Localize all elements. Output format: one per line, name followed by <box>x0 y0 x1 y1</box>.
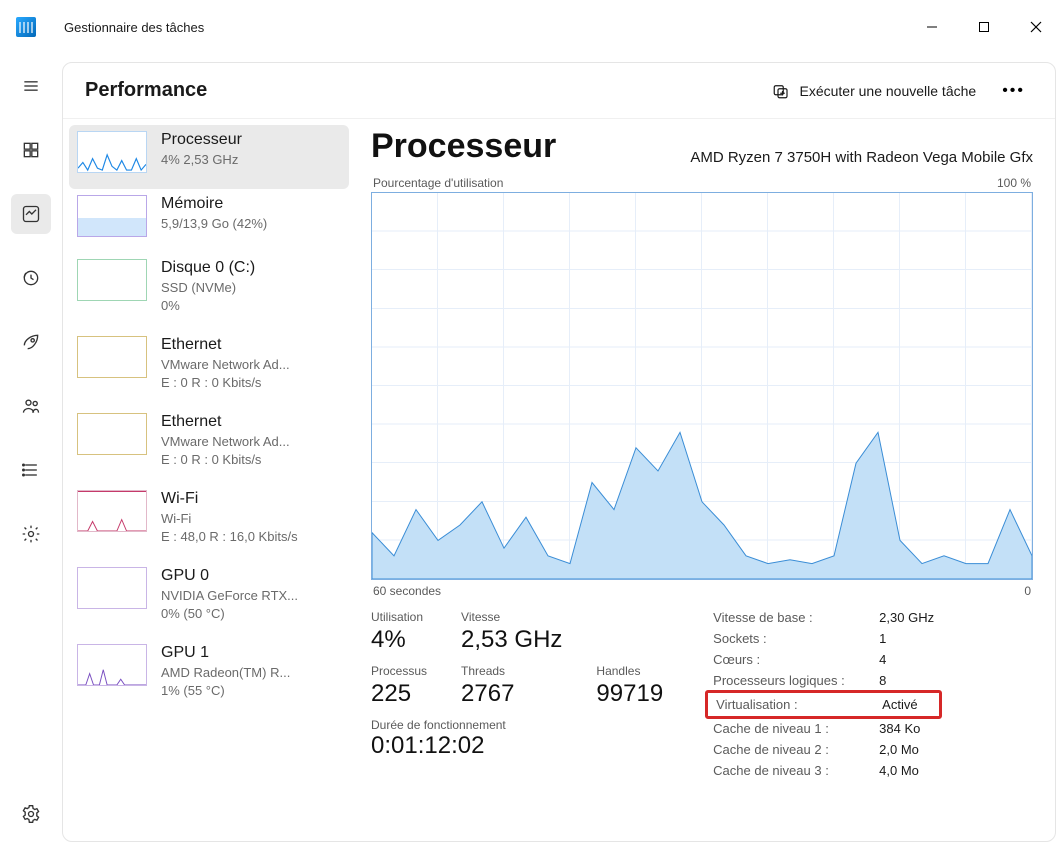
property-key: Cœurs : <box>713 652 875 667</box>
sidebar-item-label: Mémoire <box>161 195 267 213</box>
stat-handles: Handles99719 <box>596 664 663 708</box>
cpu-usage-chart[interactable] <box>371 192 1033 580</box>
property-row: Vitesse de base : 2,30 GHz <box>713 610 934 625</box>
property-value: Activé <box>882 697 917 712</box>
stat-speed: Vitesse2,53 GHz <box>461 610 562 654</box>
property-value: 1 <box>879 631 886 646</box>
property-key: Cache de niveau 2 : <box>713 742 875 757</box>
main-panel: Performance Exécuter une nouvelle tâche … <box>62 62 1056 842</box>
nav-performance[interactable] <box>11 194 51 234</box>
nav-app-history[interactable] <box>11 258 51 298</box>
page-header: Performance Exécuter une nouvelle tâche … <box>63 63 1055 119</box>
stat-uptime: Durée de fonctionnement 0:01:12:02 <box>371 718 663 760</box>
sidebar-item-sub: AMD Radeon(TM) R... 1% (55 °C) <box>161 664 290 699</box>
property-row: Cache de niveau 3 : 4,0 Mo <box>713 763 934 778</box>
cpu-thumbnail <box>77 131 147 173</box>
property-value: 2,30 GHz <box>879 610 934 625</box>
disk-thumbnail <box>77 259 147 301</box>
property-row: Processeurs logiques : 8 <box>713 673 934 688</box>
property-value: 4 <box>879 652 886 667</box>
chart-y-max: 100 % <box>997 176 1031 190</box>
wifi-thumbnail <box>77 490 147 532</box>
property-row: Virtualisation : Activé <box>716 697 931 712</box>
property-key: Virtualisation : <box>716 697 878 712</box>
sidebar-item-sub: 5,9/13,9 Go (42%) <box>161 215 267 233</box>
sidebar-item-label: Wi-Fi <box>161 490 298 508</box>
sidebar-item-label: GPU 0 <box>161 567 298 585</box>
property-row: Sockets : 1 <box>713 631 934 646</box>
property-key: Vitesse de base : <box>713 610 875 625</box>
property-value: 384 Ko <box>879 721 920 736</box>
content: Processeur AMD Ryzen 7 3750H with Radeon… <box>349 119 1055 841</box>
property-value: 8 <box>879 673 886 688</box>
app-icon <box>16 17 36 37</box>
sidebar-item-cpu[interactable]: Processeur 4% 2,53 GHz <box>69 125 349 189</box>
gpu-thumbnail <box>77 567 147 609</box>
stat-threads: Threads2767 <box>461 664 562 708</box>
cpu-model: AMD Ryzen 7 3750H with Radeon Vega Mobil… <box>690 149 1033 166</box>
x-axis-right: 0 <box>1024 584 1031 598</box>
sidebar-item-sub: SSD (NVMe) 0% <box>161 279 255 314</box>
stat-processes: Processus225 <box>371 664 427 708</box>
perf-sidebar[interactable]: Processeur 4% 2,53 GHz Mémoire 5,9/13,9 G… <box>63 119 349 841</box>
sidebar-item-label: Processeur <box>161 131 242 149</box>
close-button[interactable] <box>1010 0 1062 54</box>
property-value: 4,0 Mo <box>879 763 919 778</box>
chart-y-label: Pourcentage d'utilisation <box>373 176 503 190</box>
property-row: Cache de niveau 2 : 2,0 Mo <box>713 742 934 757</box>
sidebar-item-label: GPU 1 <box>161 644 290 662</box>
run-task-label: Exécuter une nouvelle tâche <box>800 83 977 99</box>
content-heading: Processeur <box>371 127 556 166</box>
sidebar-item-sub: 4% 2,53 GHz <box>161 151 242 169</box>
nav-services[interactable] <box>11 514 51 554</box>
sidebar-item-gpu0[interactable]: GPU 0 NVIDIA GeForce RTX... 0% (50 °C) <box>69 561 349 638</box>
sidebar-item-sub: Wi-Fi E : 48,0 R : 16,0 Kbits/s <box>161 510 298 545</box>
app-title: Gestionnaire des tâches <box>64 20 204 35</box>
titlebar: Gestionnaire des tâches <box>0 0 1062 54</box>
sidebar-item-ethernet-1[interactable]: Ethernet VMware Network Ad... E : 0 R : 0… <box>69 330 349 407</box>
maximize-button[interactable] <box>958 0 1010 54</box>
nav-rail <box>0 54 62 848</box>
property-key: Sockets : <box>713 631 875 646</box>
property-row: Cache de niveau 1 : 384 Ko <box>713 721 934 736</box>
property-key: Cache de niveau 3 : <box>713 763 875 778</box>
sidebar-item-label: Ethernet <box>161 336 290 354</box>
sidebar-item-sub: VMware Network Ad... E : 0 R : 0 Kbits/s <box>161 433 290 468</box>
hamburger-menu-button[interactable] <box>11 66 51 106</box>
sidebar-item-memory[interactable]: Mémoire 5,9/13,9 Go (42%) <box>69 189 349 253</box>
stat-utilization: Utilisation4% <box>371 610 427 654</box>
window-controls <box>906 0 1062 54</box>
settings-button[interactable] <box>11 794 51 834</box>
nav-users[interactable] <box>11 386 51 426</box>
sidebar-item-disk0[interactable]: Disque 0 (C:) SSD (NVMe) 0% <box>69 253 349 330</box>
x-axis-left: 60 secondes <box>373 584 441 598</box>
sidebar-item-label: Ethernet <box>161 413 290 431</box>
nav-details[interactable] <box>11 450 51 490</box>
run-task-icon <box>772 82 790 100</box>
property-row: Cœurs : 4 <box>713 652 934 667</box>
highlighted-property: Virtualisation : Activé <box>705 690 942 719</box>
nav-startup[interactable] <box>11 322 51 362</box>
property-value: 2,0 Mo <box>879 742 919 757</box>
gpu-thumbnail <box>77 644 147 686</box>
sidebar-item-wifi[interactable]: Wi-Fi Wi-Fi E : 48,0 R : 16,0 Kbits/s <box>69 484 349 561</box>
ethernet-thumbnail <box>77 336 147 378</box>
property-key: Cache de niveau 1 : <box>713 721 875 736</box>
sidebar-item-ethernet-2[interactable]: Ethernet VMware Network Ad... E : 0 R : 0… <box>69 407 349 484</box>
sidebar-item-sub: NVIDIA GeForce RTX... 0% (50 °C) <box>161 587 298 622</box>
ethernet-thumbnail <box>77 413 147 455</box>
cpu-properties: Vitesse de base : 2,30 GHz Sockets : 1 Cœurs… <box>713 610 934 784</box>
nav-processes[interactable] <box>11 130 51 170</box>
more-options-button[interactable]: ••• <box>994 78 1033 104</box>
sidebar-item-label: Disque 0 (C:) <box>161 259 255 277</box>
page-title: Performance <box>85 79 207 102</box>
minimize-button[interactable] <box>906 0 958 54</box>
property-key: Processeurs logiques : <box>713 673 875 688</box>
sidebar-item-sub: VMware Network Ad... E : 0 R : 0 Kbits/s <box>161 356 290 391</box>
run-new-task-button[interactable]: Exécuter une nouvelle tâche <box>772 82 977 100</box>
sidebar-item-gpu1[interactable]: GPU 1 AMD Radeon(TM) R... 1% (55 °C) <box>69 638 349 715</box>
memory-thumbnail <box>77 195 147 237</box>
